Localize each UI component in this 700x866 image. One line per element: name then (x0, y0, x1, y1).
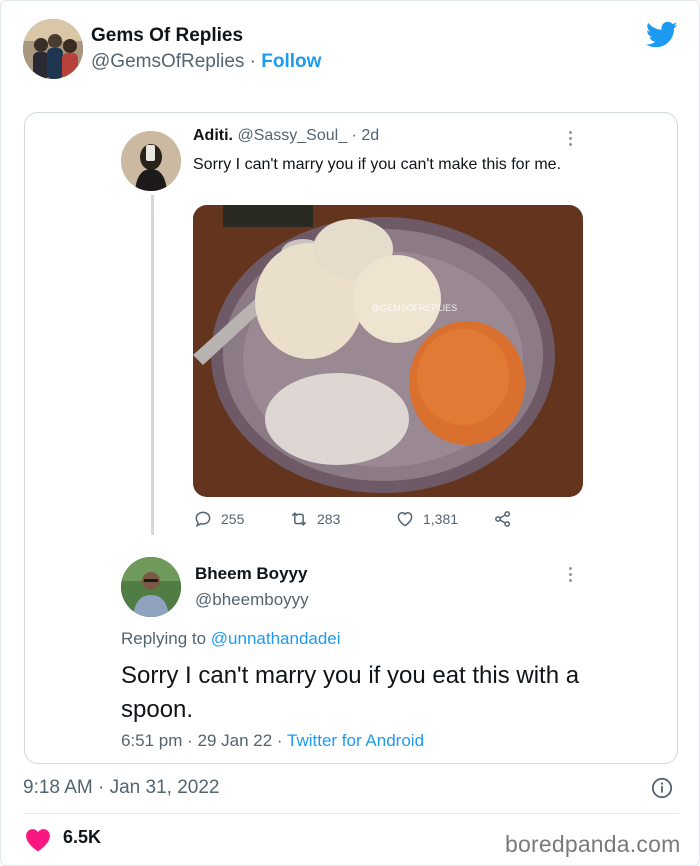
original-name[interactable]: Aditi. (193, 127, 233, 144)
retweet-count: 283 (317, 511, 341, 527)
reply-icon (195, 511, 211, 528)
separator: · (244, 51, 262, 72)
reply-author-name[interactable]: Bheem Boyyy (195, 564, 307, 584)
replying-handle-link[interactable]: @unnathandadei (211, 629, 341, 648)
like-count: 1,381 (423, 511, 459, 527)
original-age: · 2d (351, 127, 380, 144)
replying-to-line: Replying to @unnathandadei (121, 629, 341, 649)
share-icon (495, 511, 511, 527)
image-watermark: @GEMSOFREPLIES (371, 303, 457, 313)
tweet-timestamp[interactable]: 9:18 AM · Jan 31, 2022 (23, 777, 219, 799)
site-watermark: boredpanda.com (505, 831, 681, 857)
heart-outline-icon (397, 511, 413, 527)
reply-more-options-icon[interactable] (569, 567, 573, 583)
replying-prefix: Replying to (121, 629, 211, 648)
original-handle[interactable]: @Sassy_Soul_ (237, 127, 347, 144)
author-handle-line: @GemsOfReplies · Follow (91, 51, 321, 73)
like-action[interactable]: 1,381 (395, 509, 458, 529)
original-header: Aditi. @Sassy_Soul_ · 2d (193, 127, 379, 145)
reply-avatar[interactable] (121, 557, 181, 617)
retweet-action[interactable]: 283 (289, 509, 340, 529)
reply-meta: 6:51 pm · 29 Jan 22 · Twitter for Androi… (121, 731, 424, 751)
author-avatar[interactable] (23, 19, 83, 79)
share-action[interactable] (493, 509, 513, 529)
divider (23, 813, 679, 814)
follow-link[interactable]: Follow (261, 51, 321, 72)
info-icon[interactable] (651, 777, 673, 799)
reply-count: 255 (221, 511, 245, 527)
twitter-bird-icon[interactable] (646, 21, 678, 49)
thread-line (151, 195, 154, 535)
like-count-total[interactable]: 6.5K (63, 827, 101, 848)
retweet-icon (291, 512, 307, 526)
reply-author-handle[interactable]: @bheemboyyy (195, 590, 309, 610)
tweet-card: Gems Of Replies @GemsOfReplies · Follow … (0, 0, 700, 866)
idli-photo[interactable]: @GEMSOFREPLIES (193, 205, 583, 497)
author-name[interactable]: Gems Of Replies (91, 25, 243, 47)
reply-action[interactable]: 255 (193, 509, 244, 529)
heart-icon[interactable] (25, 828, 51, 852)
author-handle[interactable]: @GemsOfReplies (91, 51, 244, 72)
original-avatar[interactable] (121, 131, 181, 191)
reply-client-link[interactable]: Twitter for Android (287, 731, 424, 750)
more-options-icon[interactable] (569, 131, 573, 147)
reply-text: Sorry I can't marry you if you eat this … (121, 662, 580, 723)
original-text: Sorry I can't marry you if you can't mak… (193, 156, 562, 173)
embedded-screenshot[interactable]: Aditi. @Sassy_Soul_ · 2d Sorry I can't m… (24, 112, 678, 764)
original-actions: 255 283 1,381 (193, 509, 533, 531)
reply-time: 6:51 pm · 29 Jan 22 · (121, 731, 288, 750)
